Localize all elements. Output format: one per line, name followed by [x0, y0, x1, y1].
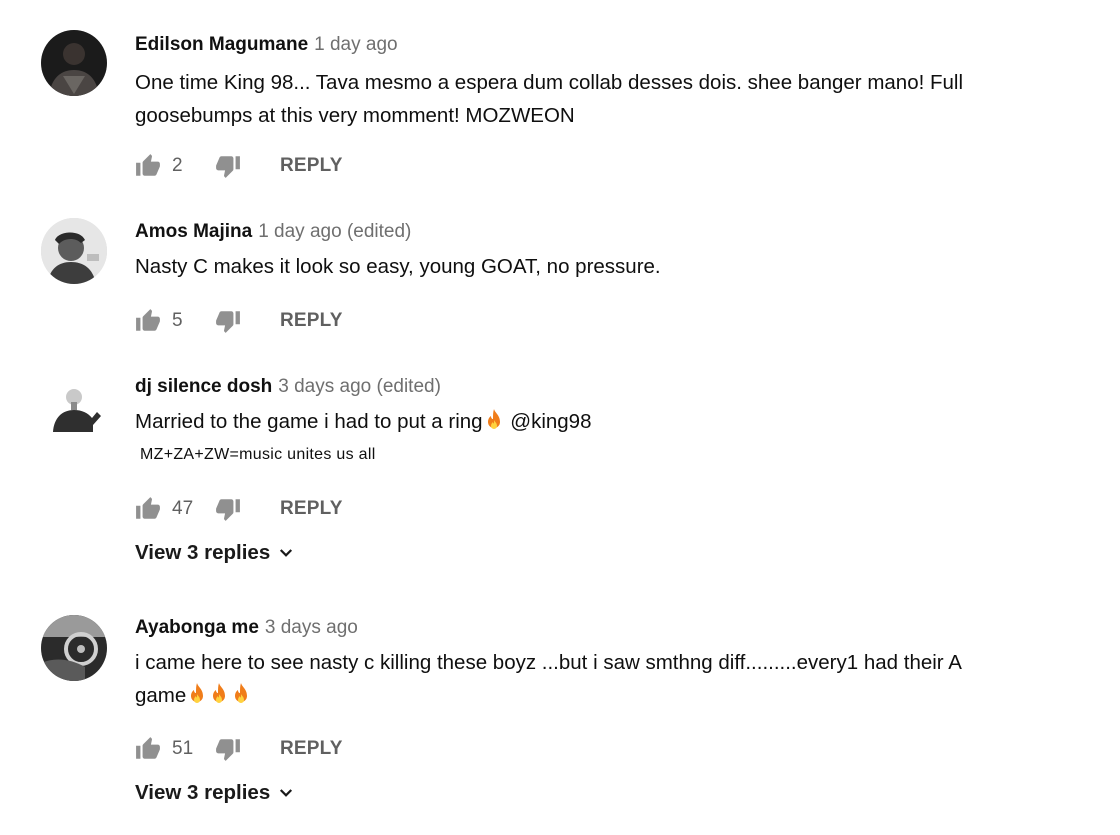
view-replies-label: View 3 replies — [135, 781, 271, 804]
comment-timestamp[interactable]: 3 days ago — [265, 617, 358, 638]
view-replies-button[interactable]: View 3 replies — [135, 541, 295, 565]
comment-author[interactable]: Amos Majina — [135, 221, 252, 242]
comment-timestamp[interactable]: 1 day ago — [314, 34, 397, 55]
user-avatar-white-icon — [41, 375, 107, 441]
comment-text-segment: game — [135, 684, 187, 707]
comment-timestamp[interactable]: 1 day ago (edited) — [258, 221, 411, 242]
comment-actions: 5 REPLY — [135, 306, 343, 336]
comment-text-segment: Married to the game i had to put a ring — [135, 410, 483, 433]
comment-text: Nasty C makes it look so easy, young GOA… — [135, 250, 1080, 283]
chevron-down-icon — [277, 784, 295, 802]
comment-text-line: Nasty C makes it look so easy, young GOA… — [135, 255, 661, 278]
comment-text-line: game — [135, 679, 1080, 712]
comment-text-line: One time King 98... Tava mesmo a espera … — [135, 71, 964, 94]
comment-timestamp[interactable]: 3 days ago (edited) — [278, 376, 441, 397]
comment-text: Married to the game i had to put a ring … — [135, 405, 1080, 471]
fire-emoji-icon — [186, 682, 208, 706]
thumbs-up-icon[interactable] — [135, 496, 161, 522]
thumbs-up-icon[interactable] — [135, 308, 161, 334]
comment-author[interactable]: Ayabonga me — [135, 617, 259, 638]
comment-author[interactable]: dj silence dosh — [135, 376, 272, 397]
user-avatar-gray-icon — [41, 218, 107, 284]
chevron-down-icon — [277, 544, 295, 562]
like-count: 5 — [172, 310, 183, 331]
comment-text: i came here to see nasty c killing these… — [135, 646, 1080, 712]
comment-text-line: MZ+ZA+ZW=music unites us all — [140, 446, 376, 463]
fire-emoji-icon — [208, 682, 230, 706]
avatar[interactable] — [41, 218, 107, 284]
fire-emoji-icon — [483, 408, 505, 432]
comment-text-line: goosebumps at this very momment! MOZWEON — [135, 104, 575, 127]
reply-button[interactable]: REPLY — [280, 498, 343, 520]
comment-actions: 2 REPLY — [135, 151, 343, 181]
user-avatar-car-icon — [41, 615, 107, 681]
like-count: 2 — [172, 155, 183, 176]
comment-text: One time King 98... Tava mesmo a espera … — [135, 66, 1080, 132]
avatar[interactable] — [41, 30, 107, 96]
like-count: 51 — [172, 738, 194, 759]
reply-button[interactable]: REPLY — [280, 738, 343, 760]
comment-text-line: Married to the game i had to put a ring … — [135, 405, 1080, 438]
thumbs-up-icon[interactable] — [135, 736, 161, 762]
thumbs-down-icon[interactable] — [215, 308, 241, 334]
thumbs-down-icon[interactable] — [215, 736, 241, 762]
user-avatar-dark-icon — [41, 30, 107, 96]
thumbs-up-icon[interactable] — [135, 153, 161, 179]
thumbs-down-icon[interactable] — [215, 153, 241, 179]
comment-actions: 51 REPLY — [135, 734, 343, 764]
like-count: 47 — [172, 498, 194, 519]
avatar[interactable] — [41, 375, 107, 441]
reply-button[interactable]: REPLY — [280, 155, 343, 177]
thumbs-down-icon[interactable] — [215, 496, 241, 522]
comment-text-line: i came here to see nasty c killing these… — [135, 651, 962, 674]
mention-link[interactable]: @king98 — [505, 410, 591, 433]
view-replies-button[interactable]: View 3 replies — [135, 781, 295, 805]
comment-actions: 47 REPLY — [135, 494, 343, 524]
reply-button[interactable]: REPLY — [280, 310, 343, 332]
view-replies-label: View 3 replies — [135, 541, 271, 564]
fire-emoji-icon — [230, 682, 252, 706]
comment-author[interactable]: Edilson Magumane — [135, 34, 308, 55]
avatar[interactable] — [41, 615, 107, 681]
